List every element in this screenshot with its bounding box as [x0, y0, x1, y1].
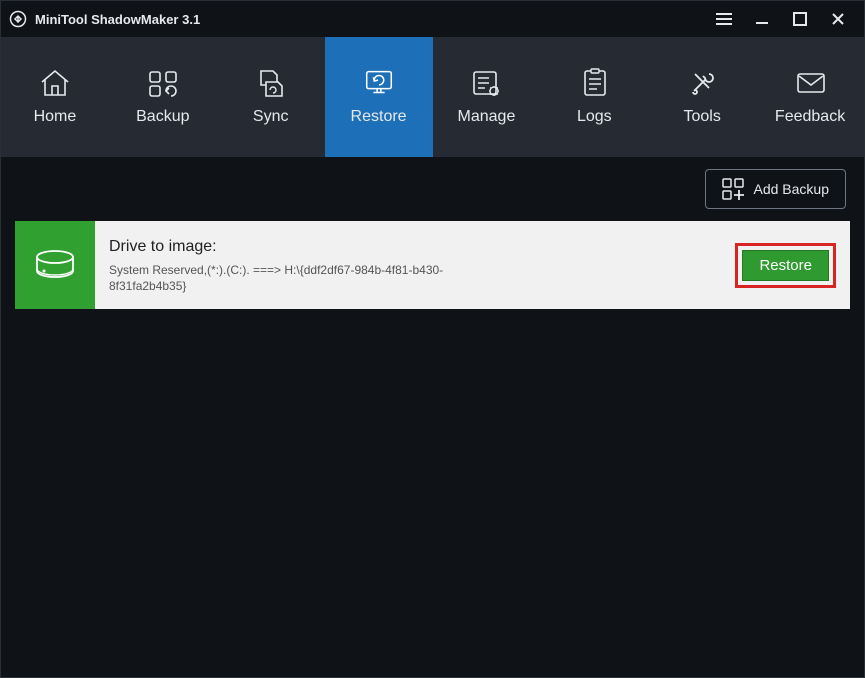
entry-actions: Restore: [735, 221, 850, 309]
entry-detail: System Reserved,(*:).(C:). ===> H:\{ddf2…: [109, 262, 449, 294]
window-controls: [714, 9, 856, 29]
manage-icon: [469, 68, 503, 98]
nav-restore[interactable]: Restore: [325, 37, 433, 157]
nav-tools[interactable]: Tools: [648, 37, 756, 157]
nav-feedback[interactable]: Feedback: [756, 37, 864, 157]
drive-icon: [30, 245, 80, 285]
add-backup-label: Add Backup: [754, 181, 830, 197]
window-title: MiniTool ShadowMaker 3.1: [35, 12, 200, 27]
nav-manage[interactable]: Manage: [433, 37, 541, 157]
entry-heading: Drive to image:: [109, 238, 721, 256]
home-icon: [38, 68, 72, 98]
backup-entry: Drive to image: System Reserved,(*:).(C:…: [15, 221, 850, 309]
backup-icon: [146, 68, 180, 98]
content-area: Drive to image: System Reserved,(*:).(C:…: [1, 221, 864, 677]
menu-button[interactable]: [714, 9, 734, 29]
entry-icon-box: [15, 221, 95, 309]
logs-icon: [577, 68, 611, 98]
nav-label: Sync: [253, 108, 289, 126]
maximize-button[interactable]: [790, 9, 810, 29]
app-logo-icon: [9, 10, 27, 28]
entry-body: Drive to image: System Reserved,(*:).(C:…: [95, 221, 735, 309]
add-backup-button[interactable]: Add Backup: [705, 169, 847, 209]
nav-label: Feedback: [775, 108, 845, 126]
nav-home[interactable]: Home: [1, 37, 109, 157]
app-window: MiniTool ShadowMaker 3.1 Home: [0, 0, 865, 678]
nav-label: Home: [34, 108, 77, 126]
grid-plus-icon: [722, 178, 744, 200]
minimize-button[interactable]: [752, 9, 772, 29]
nav-sync[interactable]: Sync: [217, 37, 325, 157]
main-nav: Home Backup Sy: [1, 37, 864, 157]
tools-icon: [685, 68, 719, 98]
feedback-icon: [793, 68, 827, 98]
restore-icon: [362, 68, 396, 98]
nav-logs[interactable]: Logs: [540, 37, 648, 157]
nav-label: Manage: [458, 108, 516, 126]
close-button[interactable]: [828, 9, 848, 29]
restore-button[interactable]: Restore: [742, 250, 829, 281]
nav-label: Logs: [577, 108, 612, 126]
nav-label: Tools: [684, 108, 721, 126]
titlebar: MiniTool ShadowMaker 3.1: [1, 1, 864, 37]
nav-label: Restore: [351, 108, 407, 126]
sub-toolbar: Add Backup: [1, 157, 864, 221]
nav-backup[interactable]: Backup: [109, 37, 217, 157]
sync-icon: [254, 68, 288, 98]
nav-label: Backup: [136, 108, 189, 126]
restore-highlight: Restore: [735, 243, 836, 288]
